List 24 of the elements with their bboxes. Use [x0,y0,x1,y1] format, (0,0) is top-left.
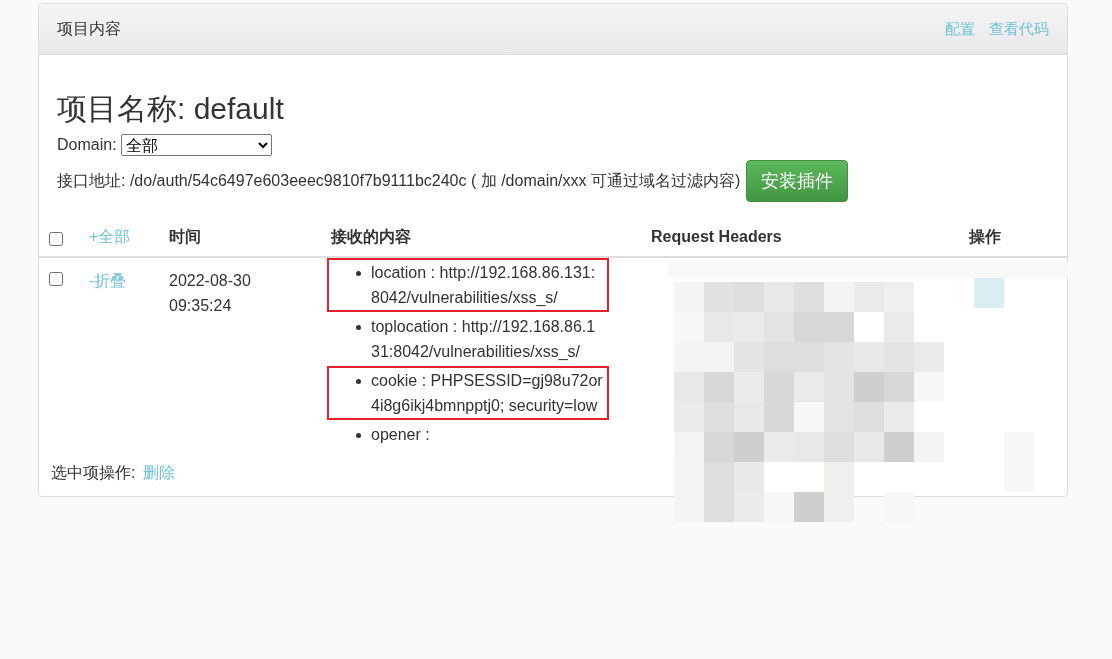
header-link[interactable]: 查看代码 [989,19,1049,39]
column-header: 接收的内容 [331,226,411,247]
column-header: 时间 [169,226,201,247]
endpoint-text: 接口地址: /do/auth/54c6497e603eeec9810f7b9111bc240c ( 加 /domain/xxx 可通过域名过滤内容) [57,170,741,191]
select-all-checkbox[interactable] [49,232,63,246]
collapse-link[interactable]: -折叠 [89,272,127,289]
install-plugin-button[interactable]: 安装插件 [746,160,849,202]
bullet-icon [356,379,361,384]
delete-link[interactable]: 删除 [143,463,176,484]
content-item: opener : [371,425,431,445]
bullet-icon [356,433,361,438]
column-header: Request Headers [651,228,782,246]
bullet-icon [356,325,361,330]
selection-label: 选中项操作: [51,463,136,483]
bullet-icon [356,271,361,276]
panel-title: 项目内容 [57,18,121,39]
header-link[interactable]: 配置 [945,19,975,39]
domain-label: Domain: [57,136,117,154]
column-header: 操作 [969,226,1001,247]
domain-select[interactable]: 全部 [120,134,272,156]
expand-all-link[interactable]: +全部 [89,226,131,248]
row-checkbox[interactable] [49,272,63,286]
project-heading: 项目名称: default [57,91,285,127]
time-cell-text: 2022-08-30 09:35:24 [169,271,252,316]
